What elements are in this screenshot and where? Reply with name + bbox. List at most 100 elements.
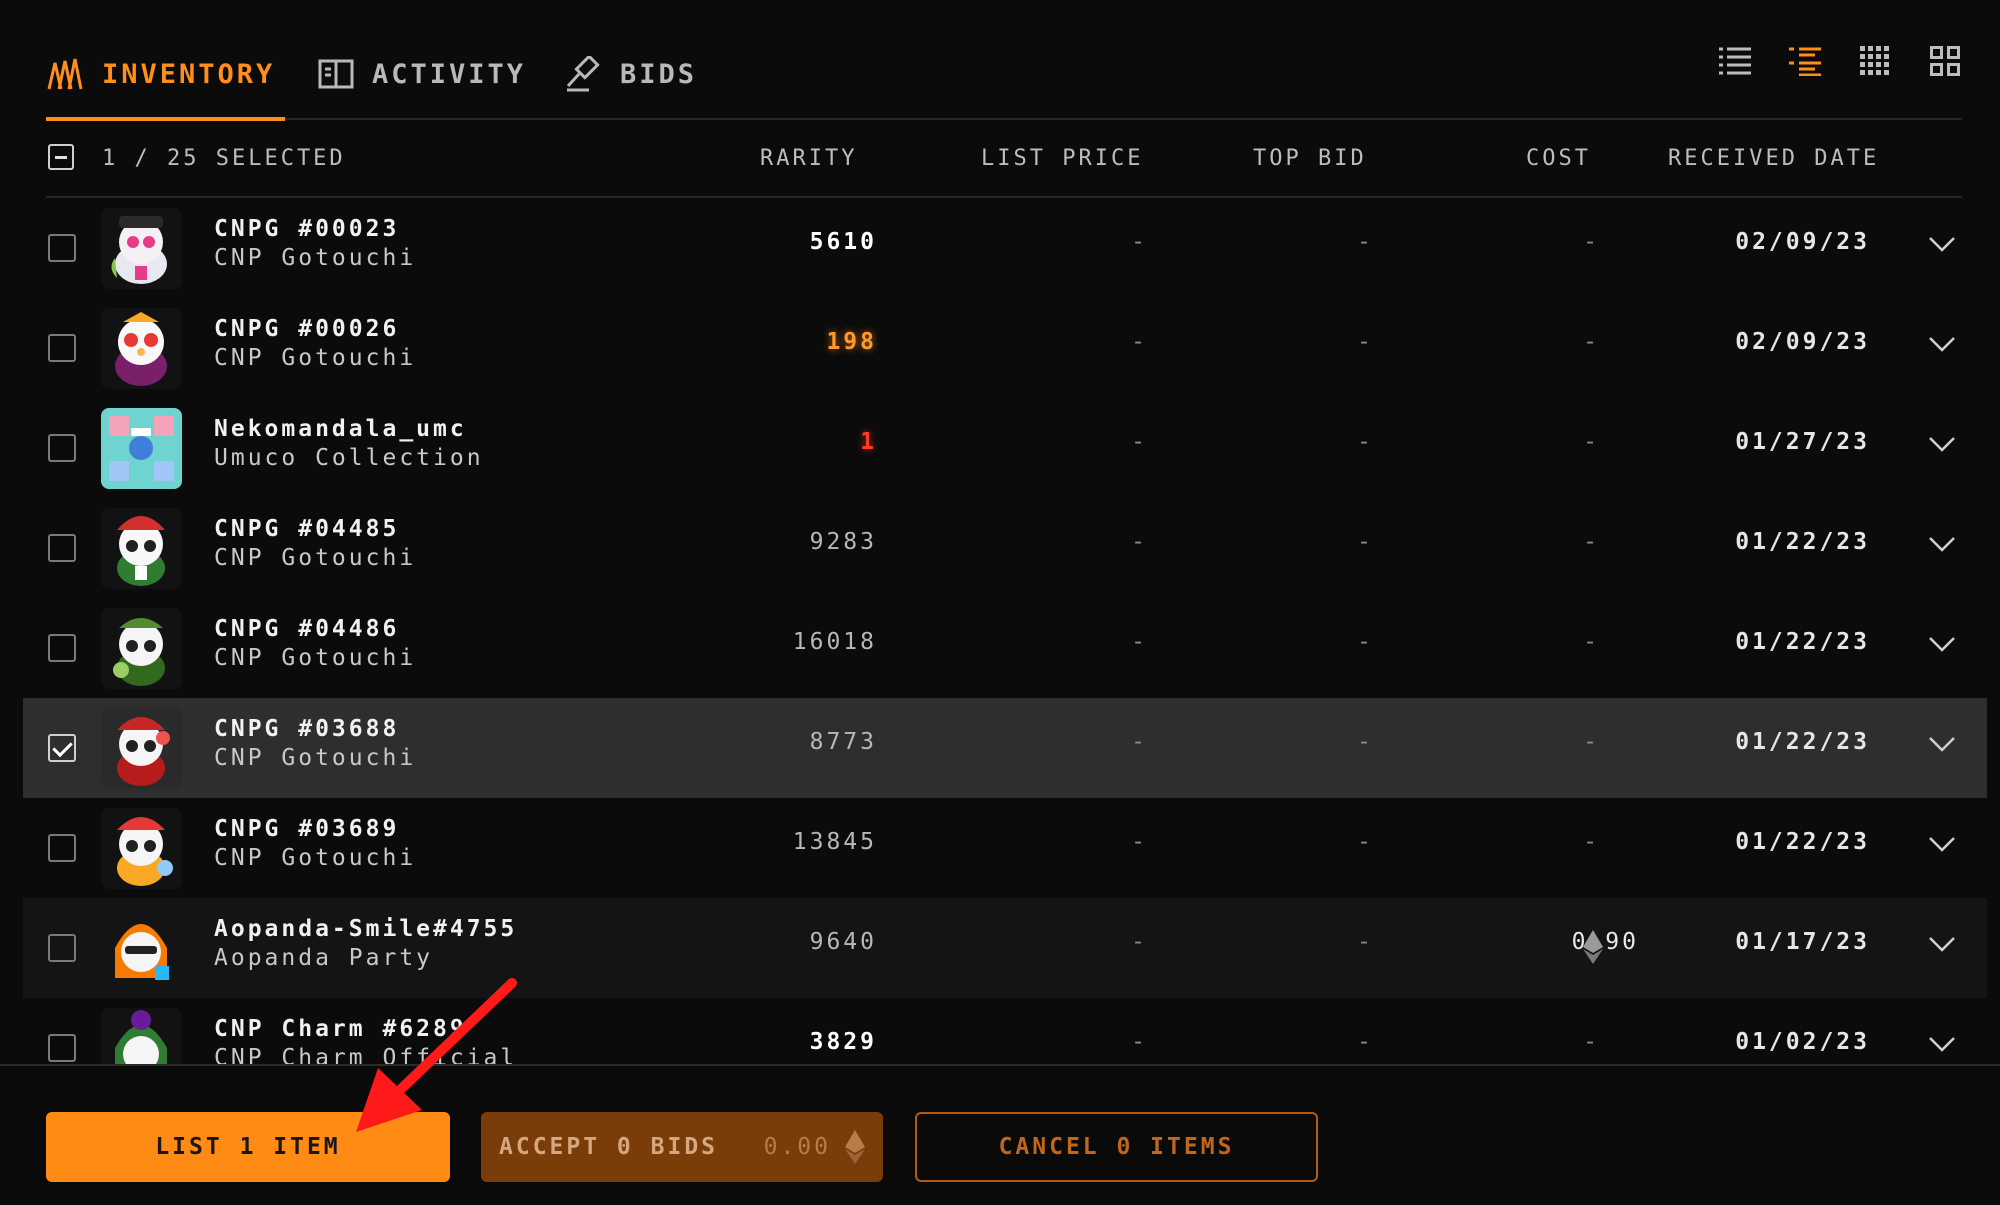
column-received-date[interactable]: RECEIVED DATE [1668,146,1879,171]
cost-value: - [1583,429,1600,455]
chevron-down-icon[interactable] [1929,436,1955,456]
cancel-items-button[interactable]: CANCEL 0 ITEMS [915,1112,1318,1182]
item-collection: Aopanda Party [214,945,434,971]
received-date-value: 01/22/23 [1735,829,1870,855]
item-name[interactable]: CNP Charm #6289 [214,1016,467,1042]
table-row-selected[interactable]: CNPG #03688 CNP Gotouchi 8773 - - - 01/2… [23,698,1987,798]
selected-count: 1 / 25 SELECTED [102,146,346,171]
received-date-value: 01/22/23 [1735,729,1870,755]
item-name[interactable]: CNPG #00026 [214,316,399,342]
column-top-bid[interactable]: TOP BID [1253,146,1367,171]
chevron-down-icon[interactable] [1929,636,1955,656]
item-collection: CNP Gotouchi [214,845,417,871]
nft-thumbnail[interactable] [101,408,182,489]
chevron-down-icon[interactable] [1929,1036,1955,1056]
item-collection: CNP Gotouchi [214,545,417,571]
rarity-value: 9640 [809,929,877,955]
table-row[interactable]: CNP Charm #6289 CNP Charm Official 3829 … [23,998,1987,1064]
activity-book-icon [316,54,356,94]
table-row[interactable]: CNPG #04485 CNP Gotouchi 9283 - - - 01/2… [23,498,1987,598]
table-row[interactable]: CNPG #04486 CNP Gotouchi 16018 - - - 01/… [23,598,1987,698]
item-name[interactable]: CNPG #04485 [214,516,399,542]
row-checkbox[interactable] [48,534,76,562]
received-date-value: 02/09/23 [1735,229,1870,255]
tab-activity-label: ACTIVITY [372,58,527,90]
list-price-value: - [1131,1029,1148,1055]
chevron-down-icon[interactable] [1929,336,1955,356]
table-row[interactable]: CNPG #03689 CNP Gotouchi 13845 - - - 01/… [23,798,1987,898]
nft-thumbnail[interactable] [101,808,182,889]
table-row[interactable]: CNPG #00023 CNP Gotouchi 5610 - - - 02/0… [23,198,1987,298]
chevron-down-icon[interactable] [1929,536,1955,556]
list-price-value: - [1131,529,1148,555]
chevron-down-icon[interactable] [1929,836,1955,856]
accept-bids-label: ACCEPT 0 BIDS [499,1134,719,1160]
gavel-icon [564,54,604,94]
item-name[interactable]: CNPG #00023 [214,216,399,242]
item-name[interactable]: Nekomandala_umc [214,416,467,442]
grid-small-icon[interactable] [1858,44,1892,78]
list-items-button[interactable]: LIST 1 ITEM [46,1112,450,1182]
table-row[interactable]: CNPG #00026 CNP Gotouchi 198 - - - 02/09… [23,298,1987,398]
item-collection: CNP Gotouchi [214,745,417,771]
column-rarity[interactable]: RARITY [760,146,857,171]
row-checkbox[interactable] [48,234,76,262]
received-date-value: 01/02/23 [1735,1029,1870,1055]
item-name[interactable]: Aopanda-Smile#4755 [214,916,517,942]
list-price-value: - [1131,729,1148,755]
view-switcher [1718,44,1962,78]
chevron-down-icon[interactable] [1929,936,1955,956]
top-bid-value: - [1357,229,1374,255]
table-row[interactable]: Nekomandala_umc Umuco Collection 1 - - -… [23,398,1987,498]
item-name[interactable]: CNPG #03688 [214,716,399,742]
eth-icon [845,1130,865,1170]
tab-inventory[interactable]: INVENTORY [46,30,286,121]
nft-thumbnail[interactable] [101,908,182,989]
tab-activity[interactable]: ACTIVITY [316,30,526,118]
rarity-value: 16018 [792,629,877,655]
item-name[interactable]: CNPG #03689 [214,816,399,842]
row-checkbox[interactable] [48,634,76,662]
list-detail-icon[interactable] [1788,44,1822,78]
chevron-down-icon[interactable] [1929,736,1955,756]
row-checkbox[interactable] [48,1034,76,1062]
list-price-value: - [1131,629,1148,655]
grid-large-icon[interactable] [1928,44,1962,78]
row-checkbox-checked[interactable] [48,734,76,762]
row-checkbox[interactable] [48,934,76,962]
inventory-icon [46,54,86,94]
table-row[interactable]: Aopanda-Smile#4755 Aopanda Party 9640 - … [23,898,1987,998]
tab-inventory-label: INVENTORY [102,58,276,90]
top-bid-value: - [1357,929,1374,955]
row-checkbox[interactable] [48,334,76,362]
column-list-price[interactable]: LIST PRICE [981,146,1143,171]
cost-value: - [1583,1029,1600,1055]
cost-value: - [1583,229,1600,255]
nft-thumbnail[interactable] [101,208,182,289]
row-checkbox[interactable] [48,434,76,462]
accept-bids-amount: 0.00 [763,1134,831,1160]
row-checkbox[interactable] [48,834,76,862]
nft-thumbnail[interactable] [101,308,182,389]
accept-bids-button[interactable]: ACCEPT 0 BIDS 0.00 [481,1112,883,1182]
item-name[interactable]: CNPG #04486 [214,616,399,642]
column-cost[interactable]: COST [1526,146,1591,171]
nft-thumbnail[interactable] [101,1008,182,1064]
cost-value: - [1583,629,1600,655]
received-date-value: 01/27/23 [1735,429,1870,455]
cost-value: - [1583,329,1600,355]
tab-bids-label: BIDS [620,58,698,90]
action-bar: LIST 1 ITEM ACCEPT 0 BIDS 0.00 CANCEL 0 … [0,1064,2000,1205]
inventory-list: CNPG #00023 CNP Gotouchi 5610 - - - 02/0… [0,198,2000,1064]
select-all-checkbox[interactable] [48,144,74,170]
nft-thumbnail[interactable] [101,708,182,789]
chevron-down-icon[interactable] [1929,236,1955,256]
list-compact-icon[interactable] [1718,44,1752,78]
nft-thumbnail[interactable] [101,508,182,589]
tab-bids[interactable]: BIDS [564,30,697,118]
rarity-value: 1 [860,429,877,455]
nft-thumbnail[interactable] [101,608,182,689]
list-price-value: - [1131,929,1148,955]
item-collection: Umuco Collection [214,445,484,471]
received-date-value: 02/09/23 [1735,329,1870,355]
